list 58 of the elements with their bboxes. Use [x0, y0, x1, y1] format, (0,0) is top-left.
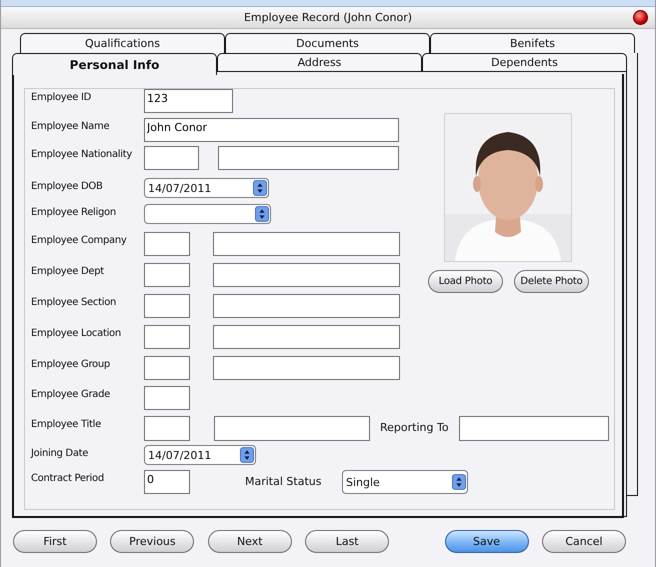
field-label: Reporting To — [380, 420, 450, 434]
nav-button[interactable]: Previous — [110, 530, 194, 553]
window-title: Employee Record (John Conor) — [244, 11, 412, 24]
field-label: Joining Date — [31, 447, 90, 459]
spinner-icon — [255, 206, 269, 222]
input-field[interactable] — [213, 263, 400, 287]
nav-button[interactable]: Last — [305, 530, 390, 553]
nav-button[interactable]: Cancel — [542, 530, 626, 553]
input-field[interactable] — [144, 232, 190, 256]
field-label: Employee ID — [31, 91, 92, 103]
close-icon[interactable] — [633, 10, 648, 25]
input-field[interactable] — [213, 232, 400, 256]
field-label: Marital Status — [245, 474, 322, 488]
dropdown[interactable]: 14/07/2011 — [144, 178, 269, 198]
tab[interactable]: Documents — [225, 33, 430, 53]
field-label: Employee Name — [31, 120, 110, 132]
input-field[interactable] — [213, 356, 400, 380]
dropdown[interactable]: Single — [342, 470, 468, 494]
field-label: Employee Nationality — [31, 148, 133, 160]
photo-button[interactable]: Delete Photo — [514, 270, 589, 293]
input-field[interactable] — [213, 325, 400, 349]
spinner-icon — [253, 180, 267, 196]
input-field[interactable] — [213, 294, 400, 318]
field-label: Employee Dept — [31, 265, 105, 277]
photo-button[interactable]: Load Photo — [428, 270, 503, 293]
field-label: Contract Period — [31, 472, 105, 484]
tab[interactable]: Qualifications — [20, 33, 225, 53]
dropdown[interactable] — [144, 204, 271, 224]
input-field[interactable]: 123 — [144, 89, 233, 113]
input-field[interactable] — [144, 356, 190, 380]
tab[interactable]: Address — [217, 53, 422, 72]
spinner-icon — [452, 474, 466, 490]
field-label: Employee Section — [31, 296, 118, 308]
field-label: Employee Grade — [31, 388, 111, 400]
nav-button[interactable]: Next — [208, 530, 292, 553]
input-field[interactable] — [144, 146, 199, 170]
input-field[interactable] — [218, 146, 399, 170]
dropdown[interactable]: 14/07/2011 — [144, 445, 256, 465]
spinner-icon — [240, 447, 254, 463]
nav-button[interactable]: First — [13, 530, 97, 553]
input-field[interactable]: 0 — [144, 470, 190, 494]
tab[interactable]: Dependents — [422, 53, 627, 72]
field-label: Employee DOB — [31, 180, 104, 192]
field-label: Employee Title — [31, 418, 102, 430]
field-label: Employee Religon — [31, 206, 117, 218]
input-field[interactable] — [144, 294, 190, 318]
input-field[interactable] — [459, 416, 609, 441]
input-field[interactable] — [144, 325, 190, 349]
input-field[interactable] — [144, 263, 190, 287]
input-field[interactable] — [144, 416, 190, 441]
tab[interactable]: Benifets — [430, 33, 635, 53]
field-label: Employee Group — [31, 358, 111, 370]
field-label: Employee Location — [31, 327, 122, 339]
input-field[interactable] — [144, 386, 190, 410]
field-label: Employee Company — [31, 234, 128, 246]
tab[interactable]: Personal Info — [12, 53, 217, 75]
input-field[interactable] — [214, 416, 370, 441]
nav-button[interactable]: Save — [444, 530, 529, 553]
